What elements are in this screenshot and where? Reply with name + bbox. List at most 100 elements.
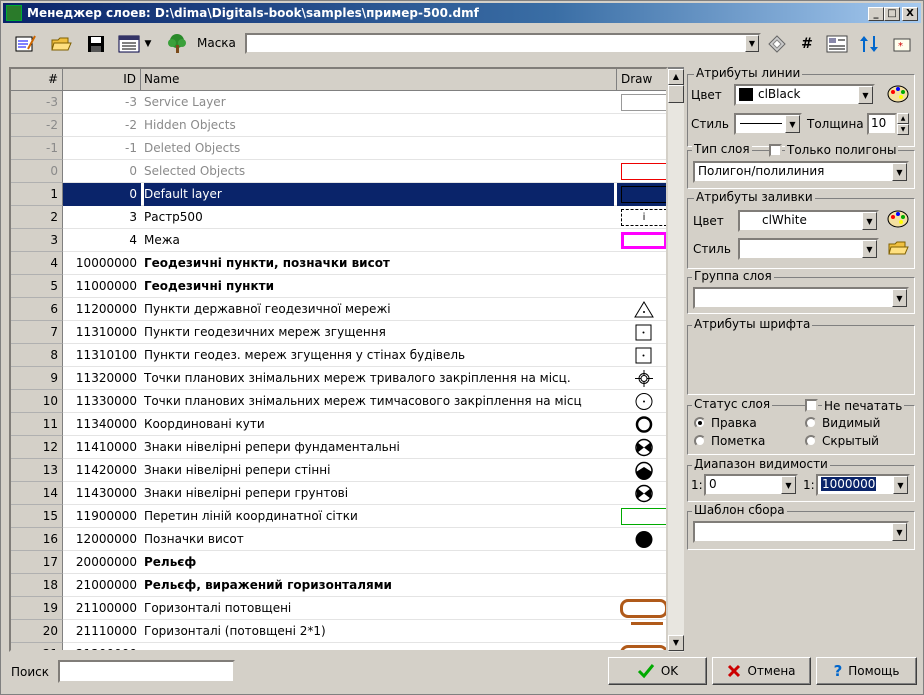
palette-icon[interactable] [886, 209, 910, 231]
open-folder-icon[interactable] [49, 32, 73, 56]
visibility-from-prefix: 1: [691, 478, 703, 492]
table-row[interactable]: 9 11320000 Точки планових знімальних мереж… [11, 367, 666, 390]
table-scrollbar[interactable]: ▲ ▼ [668, 67, 684, 652]
layer-draw-cell [617, 91, 666, 114]
visible-radio[interactable] [805, 417, 817, 429]
chevron-down-icon[interactable]: ▼ [862, 212, 877, 230]
chevron-down-icon[interactable]: ▼ [142, 32, 154, 56]
edit-layer-icon[interactable] [13, 32, 37, 56]
chevron-down-icon[interactable]: ▼ [862, 240, 877, 258]
line-style-select[interactable]: ▼ [734, 113, 802, 135]
table-row[interactable]: 6 11200000 Пункти державної геодезичної ме… [11, 298, 666, 321]
maximize-button[interactable]: □ [884, 7, 900, 21]
table-row[interactable]: 18 21000000 Рельєф, виражений горизонталям… [11, 574, 666, 597]
row-number: -3 [11, 91, 63, 114]
layer-id: 21110000 [75, 624, 137, 638]
table-row[interactable]: 1 0 Default layer [11, 183, 666, 206]
mask-dropdown-button[interactable]: ▼ [745, 35, 759, 52]
edit-radio[interactable] [694, 417, 706, 429]
table-row[interactable]: 4 10000000 Геодезичні пункти, позначки вис… [11, 252, 666, 275]
number-sort-icon[interactable]: # [795, 32, 819, 56]
collect-template-select[interactable]: ▼ [693, 521, 909, 543]
mask-input[interactable] [245, 33, 761, 54]
collect-template-title: Шаблон сбора [692, 503, 787, 517]
layer-draw-cell [617, 344, 666, 367]
chevron-down-icon[interactable]: ▼ [785, 115, 800, 133]
layer-symbol: i [621, 209, 666, 226]
table-row[interactable]: 13 11420000 Знаки нівелірні репери стінні [11, 459, 666, 482]
line-color-select[interactable]: clBlack ▼ [734, 84, 875, 106]
col-header-name[interactable]: Name [141, 69, 617, 91]
thickness-up-button[interactable]: ▲ [897, 113, 909, 124]
table-row[interactable]: 7 11310000 Пункти геодезичних мереж згущен… [11, 321, 666, 344]
ok-button[interactable]: OK [608, 657, 707, 685]
palette-icon[interactable] [886, 84, 910, 106]
visibility-from-select[interactable]: 0 ▼ [704, 474, 798, 496]
new-layer-icon[interactable]: * [890, 32, 914, 56]
layer-draw-cell [617, 643, 666, 650]
table-row[interactable]: 2121200000 [11, 643, 666, 650]
chevron-down-icon[interactable]: ▼ [858, 86, 873, 104]
table-row[interactable]: 15 11900000 Перетин ліній координатної сіт… [11, 505, 666, 528]
table-row[interactable]: 11 11340000 Координовані кути [11, 413, 666, 436]
table-row[interactable]: 12 11410000 Знаки нівелірні репери фундаме… [11, 436, 666, 459]
fill-color-select[interactable]: clWhite ▼ [738, 210, 879, 232]
close-button[interactable]: X [902, 7, 918, 21]
table-row[interactable]: 14 11430000 Знаки нівелірні репери грунтов… [11, 482, 666, 505]
chevron-down-icon[interactable]: ▼ [893, 476, 908, 494]
cancel-button[interactable]: Отмена [712, 657, 811, 685]
chevron-down-icon[interactable]: ▼ [892, 163, 907, 181]
col-header-draw[interactable]: Draw [617, 69, 666, 91]
scroll-up-button[interactable]: ▲ [668, 69, 684, 85]
hidden-label: Скрытый [822, 434, 879, 448]
col-header-num[interactable]: # [11, 69, 63, 91]
table-row[interactable]: 0 0 Selected Objects [11, 160, 666, 183]
layer-name: Знаки нівелірні репери стінні [144, 463, 331, 477]
visibility-to-select[interactable]: 1000000 ▼ [816, 474, 910, 496]
table-row[interactable]: -1 -1 Deleted Objects [11, 137, 666, 160]
edit-label: Правка [711, 416, 757, 430]
scroll-down-button[interactable]: ▼ [668, 635, 684, 651]
table-row[interactable]: 10 11330000 Точки планових знімальних мере… [11, 390, 666, 413]
chevron-down-icon[interactable]: ▼ [892, 523, 907, 541]
tree-icon[interactable] [165, 32, 189, 56]
thickness-down-button[interactable]: ▼ [897, 124, 909, 135]
table-row[interactable]: 16 12000000 Позначки висот [11, 528, 666, 551]
help-button[interactable]: ? Помощь [816, 657, 917, 685]
properties-icon[interactable] [825, 32, 849, 56]
hidden-radio[interactable] [805, 435, 817, 447]
table-row[interactable]: -3 -3 Service Layer [11, 91, 666, 114]
only-polygons-checkbox[interactable] [769, 144, 782, 157]
chevron-down-icon[interactable]: ▼ [892, 289, 907, 307]
table-row[interactable]: -2 -2 Hidden Objects [11, 114, 666, 137]
color-swatch-white [743, 214, 757, 227]
fill-style-select[interactable]: ▼ [738, 238, 879, 260]
save-icon[interactable] [84, 32, 108, 56]
chevron-down-icon[interactable]: ▼ [781, 476, 796, 494]
layer-type-select[interactable]: Полигон/полилиния ▼ [693, 161, 909, 183]
search-input[interactable] [58, 660, 235, 683]
open-folder-icon[interactable] [886, 238, 910, 260]
mark-radio[interactable] [694, 435, 706, 447]
table-row[interactable]: 2 3 Растр500 i [11, 206, 666, 229]
table-row[interactable]: 8 11310100 Пункти геодез. мереж згущення у… [11, 344, 666, 367]
layer-draw-cell [617, 505, 666, 528]
apply-mask-icon[interactable] [765, 32, 789, 56]
layer-id: 11200000 [75, 302, 137, 316]
table-row[interactable]: 20 21110000 Горизонталі (потовщені 2*1) [11, 620, 666, 643]
layer-id: 20000000 [75, 555, 137, 569]
table-row[interactable]: 17 20000000 Рельєф [11, 551, 666, 574]
thickness-input[interactable]: 10 [867, 113, 897, 135]
no-print-checkbox[interactable] [805, 399, 818, 412]
row-number: 10 [11, 390, 63, 413]
sort-order-icon[interactable] [857, 32, 881, 56]
table-row[interactable]: 3 4 Межа [11, 229, 666, 252]
layer-name: Геодезичні пункти [144, 279, 274, 293]
col-header-id[interactable]: ID [63, 69, 141, 91]
table-row[interactable]: 5 11000000 Геодезичні пункти [11, 275, 666, 298]
scroll-thumb[interactable] [668, 85, 684, 103]
layer-list-icon[interactable] [117, 32, 141, 56]
table-row[interactable]: 19 21100000 Горизонталі потовщені [11, 597, 666, 620]
layer-group-select[interactable]: ▼ [693, 287, 909, 309]
minimize-button[interactable]: _ [868, 7, 884, 21]
